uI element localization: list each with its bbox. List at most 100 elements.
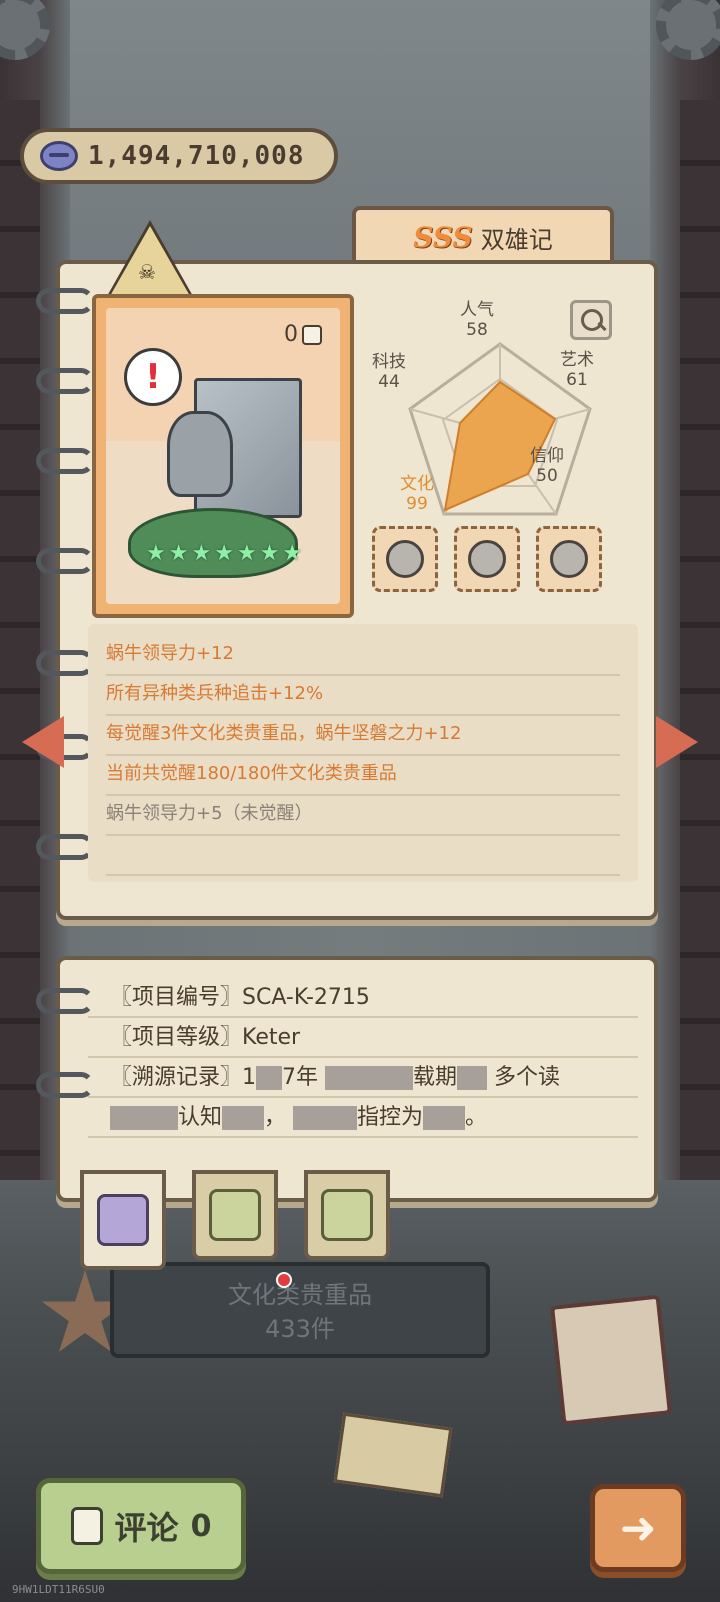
item-id-value: SCA-K-2715 — [242, 985, 370, 1010]
binder-ring — [36, 548, 94, 574]
collection-count: 433件 — [265, 1315, 335, 1343]
quill-icon — [70, 1507, 103, 1545]
item-id-label: 〖项目编号〗 — [110, 985, 243, 1010]
calendar-decoration — [550, 1294, 672, 1426]
snail-statue-icon — [550, 540, 588, 578]
left-pipe — [0, 100, 40, 1200]
stat-art: 艺术 61 — [560, 350, 594, 390]
comment-count: 0 — [190, 1508, 212, 1544]
binder-ring — [36, 368, 94, 394]
rank-badge: SSS — [413, 220, 473, 254]
star-icon: ★ — [214, 541, 234, 566]
star-icon: ★ — [236, 541, 257, 566]
origin-label: 〖溯源记录〗 — [110, 1065, 243, 1090]
stat-art-label: 艺术 — [560, 350, 594, 370]
star-icon: ★ — [146, 541, 166, 566]
item-info-panel: 〖项目编号〗SCA-K-2715 〖项目等级〗Keter 〖溯源记录〗1 7年 载… — [36, 956, 658, 1202]
comment-label: 评论 — [114, 1509, 179, 1547]
footer-code: 9HW1LDT11R6SU0 — [12, 1583, 105, 1596]
star-icon: ★ — [259, 541, 280, 566]
collection-category: 文化类贵重品 — [228, 1281, 372, 1309]
redaction-bar — [222, 1106, 265, 1130]
snail-statue-icon — [386, 540, 424, 578]
comment-button[interactable]: 评论 0 — [36, 1478, 246, 1574]
awaken-slot-2[interactable] — [454, 526, 520, 592]
stat-popularity: 人气 58 — [460, 300, 494, 340]
origin-text: 。 — [465, 1105, 488, 1130]
snail-statue-icon — [468, 540, 506, 578]
item-detail-panel: ☠ 0 ! ★ ★ ★ ★ ★ ★ ★ 人气 58 艺术 61 信仰 50 文化… — [36, 220, 658, 920]
eye-shrine-icon — [321, 1189, 373, 1241]
stat-art-value: 61 — [566, 370, 588, 390]
binder-ring — [36, 834, 94, 860]
book-figure-illustration — [167, 378, 302, 518]
awaken-slot-3[interactable] — [536, 526, 602, 592]
item-artwork: 0 ! ★ ★ ★ ★ ★ ★ ★ — [106, 308, 340, 604]
next-item-arrow[interactable] — [656, 716, 698, 768]
stat-faith-label: 信仰 — [530, 446, 564, 466]
effect-line-empty — [106, 836, 620, 876]
notification-dot — [276, 1272, 292, 1288]
item-level-line: 〖项目等级〗Keter — [88, 1018, 638, 1058]
right-pipe — [680, 100, 720, 1200]
stat-tech: 科技 44 — [372, 352, 406, 392]
previous-item-arrow[interactable] — [22, 716, 64, 768]
redaction-bar — [423, 1106, 466, 1130]
effect-list: 蜗牛领导力+12 所有异种类兵种追击+12% 每觉醒3件文化类贵重品，蜗牛坚磐之… — [88, 624, 638, 882]
gem-icon — [40, 141, 78, 171]
origin-text: 多个读 — [494, 1065, 561, 1090]
item-title-tab: SSS 双雄记 — [352, 206, 614, 264]
binder-ring — [36, 448, 94, 474]
star-icon: ★ — [191, 541, 212, 566]
origin-text: 1 — [242, 1065, 257, 1090]
effect-line: 所有异种类兵种追击+12% — [106, 676, 620, 716]
piece-count: 0 — [284, 322, 322, 347]
redaction-bar — [325, 1066, 414, 1090]
exclamation-alert-icon[interactable]: ! — [124, 348, 182, 406]
puzzle-piece-icon — [302, 324, 322, 345]
stat-culture-value: 99 — [406, 494, 428, 514]
tab-tech[interactable] — [192, 1170, 278, 1260]
origin-text: 7年 — [282, 1065, 319, 1090]
effect-line-inactive: 蜗牛领导力+5（未觉醒） — [106, 796, 620, 836]
redaction-bar — [256, 1066, 283, 1090]
next-page-button[interactable]: ➜ — [590, 1484, 686, 1572]
binder-ring — [36, 650, 94, 676]
origin-record-line: 〖溯源记录〗1 7年 载期 多个读 — [88, 1058, 638, 1098]
effect-line: 当前共觉醒180/180件文化类贵重品 — [106, 756, 620, 796]
stat-tech-value: 44 — [378, 372, 400, 392]
item-id-line: 〖项目编号〗SCA-K-2715 — [88, 978, 638, 1018]
stat-popularity-label: 人气 — [460, 300, 494, 320]
item-info: 〖项目编号〗SCA-K-2715 〖项目等级〗Keter 〖溯源记录〗1 7年 载… — [88, 978, 638, 1138]
awaken-slot-1[interactable] — [372, 526, 438, 592]
tab-faith[interactable] — [304, 1170, 390, 1260]
star-rating: ★ ★ ★ ★ ★ ★ ★ — [146, 541, 302, 566]
stat-culture: 文化 99 — [400, 474, 434, 514]
origin-record-line-2: 认知 ， 指控为 。 — [88, 1098, 638, 1138]
item-level-value: Keter — [242, 1025, 301, 1050]
skull-icon: ☠ — [138, 260, 156, 284]
tab-culture[interactable] — [80, 1170, 166, 1270]
origin-text: 载期 — [413, 1065, 458, 1090]
stat-tech-label: 科技 — [372, 352, 406, 372]
collection-summary: 文化类贵重品 433件 — [110, 1262, 490, 1358]
item-card[interactable]: 0 ! ★ ★ ★ ★ ★ ★ ★ — [92, 294, 354, 618]
spider-eye-icon — [209, 1189, 261, 1241]
redaction-bar — [110, 1106, 178, 1130]
stat-popularity-value: 58 — [466, 320, 488, 340]
map-scroll-decoration — [333, 1412, 453, 1498]
stat-faith: 信仰 50 — [530, 446, 564, 486]
star-icon: ★ — [282, 541, 303, 566]
effect-line: 每觉醒3件文化类贵重品，蜗牛坚磐之力+12 — [106, 716, 620, 756]
redaction-bar — [457, 1066, 488, 1090]
currency-bar: 1,494,710,008 — [20, 128, 338, 184]
statue-bust-icon — [97, 1194, 149, 1246]
binder-ring — [36, 988, 94, 1014]
binder-ring — [36, 288, 94, 314]
origin-text: ， — [264, 1105, 287, 1130]
piece-count-value: 0 — [284, 322, 298, 347]
origin-text: 认知 — [178, 1105, 223, 1130]
redaction-bar — [293, 1106, 358, 1130]
star-icon: ★ — [168, 541, 189, 566]
arrow-right-icon: ➜ — [619, 1502, 657, 1554]
